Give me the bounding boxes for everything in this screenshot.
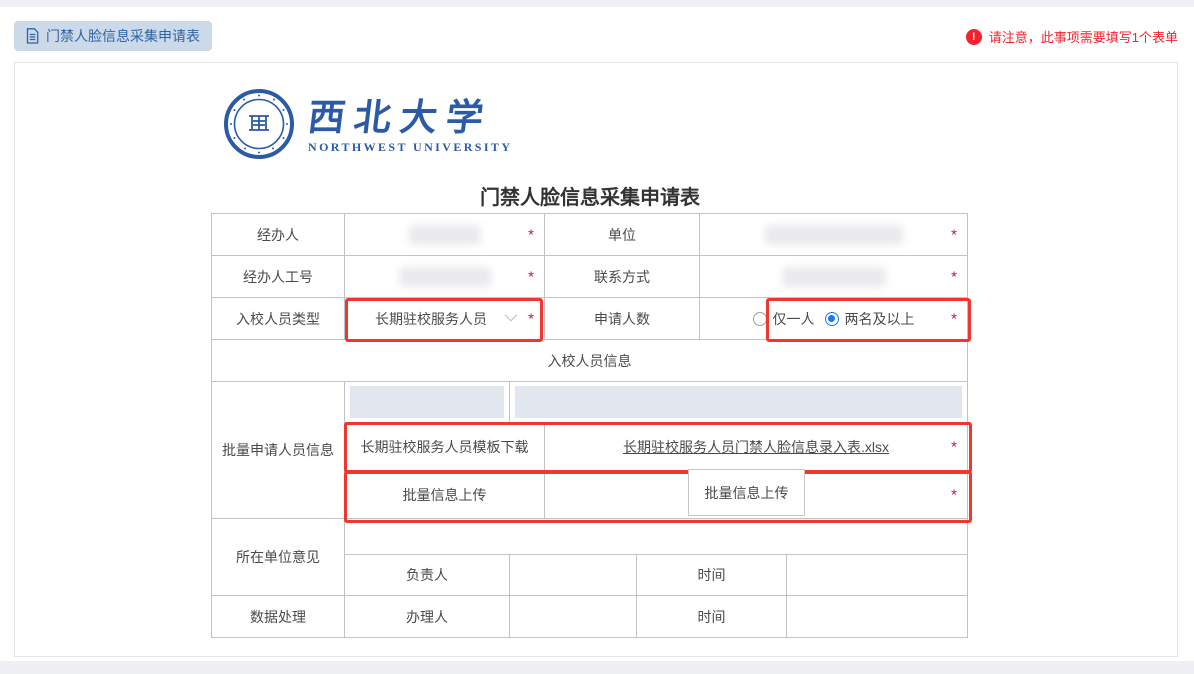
form-title: 门禁人脸信息采集申请表: [211, 181, 969, 210]
university-name-cn: 西北大学: [306, 98, 515, 139]
bottom-strip: [0, 661, 1194, 674]
table-row: 所在单位意见: [212, 519, 968, 555]
operator-id-label: 经办人工号: [212, 256, 345, 298]
person-type-value: 长期驻校服务人员: [375, 309, 487, 329]
data-process-label: 数据处理: [212, 596, 345, 638]
person-type-label: 入校人员类型: [212, 298, 345, 340]
radio-label: 仅一人: [773, 309, 815, 329]
notice-text: 请注意，此事项需要填写1个表单: [989, 27, 1178, 46]
radio-icon[interactable]: [753, 312, 767, 326]
time-label: 时间: [637, 555, 787, 596]
operator-id-value-cell[interactable]: *: [345, 256, 545, 298]
document-icon: [26, 28, 39, 44]
table-row: 批量申请人员信息: [212, 382, 968, 423]
university-logo: 西北大学 NORTHWEST UNIVERSITY: [222, 87, 512, 166]
unit-value-cell[interactable]: *: [700, 214, 968, 256]
template-file-cell: 长期驻校服务人员门禁人脸信息录入表.xlsx *: [545, 423, 968, 471]
redacted-value: [765, 225, 903, 245]
principal-label: 负责人: [345, 555, 510, 596]
table-row: 入校人员类型 长期驻校服务人员 * 申请人数 仅一人: [212, 298, 968, 340]
batch-upload-label: 批量信息上传: [345, 471, 545, 519]
redacted-value: [409, 225, 481, 245]
table-row: 数据处理 办理人 时间: [212, 596, 968, 638]
required-mark: *: [951, 486, 957, 503]
redacted-value: [782, 267, 886, 287]
time-value-cell: [787, 596, 968, 638]
batch-upload-button[interactable]: 批量信息上传: [688, 469, 805, 516]
batch-info-label: 批量申请人员信息: [212, 382, 345, 519]
university-name-en: NORTHWEST UNIVERSITY: [308, 140, 512, 155]
radio-option-multi[interactable]: 两名及以上: [825, 309, 915, 329]
batch-disabled-cell-1: [345, 382, 510, 423]
disabled-field: [515, 386, 962, 418]
required-mark: *: [528, 310, 534, 327]
radio-option-single[interactable]: 仅一人: [753, 309, 815, 329]
applicant-count-label: 申请人数: [545, 298, 700, 340]
section-header: 入校人员信息: [212, 340, 968, 382]
contact-label: 联系方式: [545, 256, 700, 298]
time-value-cell: [787, 555, 968, 596]
principal-value-cell: [510, 555, 637, 596]
handler-value-cell: [510, 596, 637, 638]
table-row: 经办人工号 * 联系方式 *: [212, 256, 968, 298]
required-mark: *: [528, 226, 534, 243]
required-mark: *: [528, 268, 534, 285]
required-mark: *: [951, 226, 957, 243]
operator-label: 经办人: [212, 214, 345, 256]
contact-value-cell[interactable]: *: [700, 256, 968, 298]
table-row: 入校人员信息: [212, 340, 968, 382]
redacted-value: [399, 267, 491, 287]
handler-label: 办理人: [345, 596, 510, 638]
applicant-count-cell: 仅一人 两名及以上 *: [700, 298, 968, 340]
application-table: 经办人 * 单位 * 经办人工号 *: [211, 213, 969, 638]
disabled-field: [350, 386, 504, 418]
required-mark: *: [951, 268, 957, 285]
top-strip: [0, 0, 1194, 7]
time-label: 时间: [637, 596, 787, 638]
tab-form[interactable]: 门禁人脸信息采集申请表: [14, 21, 212, 51]
template-file-link[interactable]: 长期驻校服务人员门禁人脸信息录入表.xlsx: [623, 439, 889, 455]
batch-disabled-cell-2: [510, 382, 968, 423]
form-panel: 西北大学 NORTHWEST UNIVERSITY 门禁人脸信息采集申请表 经办…: [14, 62, 1178, 657]
unit-opinion-label: 所在单位意见: [212, 519, 345, 596]
chevron-down-icon: [505, 309, 518, 322]
exclamation-icon: !: [966, 29, 982, 45]
operator-value-cell[interactable]: *: [345, 214, 545, 256]
screen: 门禁人脸信息采集申请表 ! 请注意，此事项需要填写1个表单: [0, 0, 1194, 674]
radio-selected-icon[interactable]: [825, 312, 839, 326]
required-mark: *: [951, 310, 957, 327]
template-download-label: 长期驻校服务人员模板下载: [345, 423, 545, 471]
unit-opinion-comment-cell: [345, 519, 968, 555]
table-row: 经办人 * 单位 *: [212, 214, 968, 256]
required-mark: *: [951, 438, 957, 455]
university-seal-icon: [222, 87, 296, 166]
tab-label: 门禁人脸信息采集申请表: [46, 26, 200, 46]
unit-label: 单位: [545, 214, 700, 256]
person-type-select[interactable]: 长期驻校服务人员 *: [345, 298, 545, 340]
notice-banner: ! 请注意，此事项需要填写1个表单: [966, 27, 1178, 46]
radio-label: 两名及以上: [845, 309, 915, 329]
